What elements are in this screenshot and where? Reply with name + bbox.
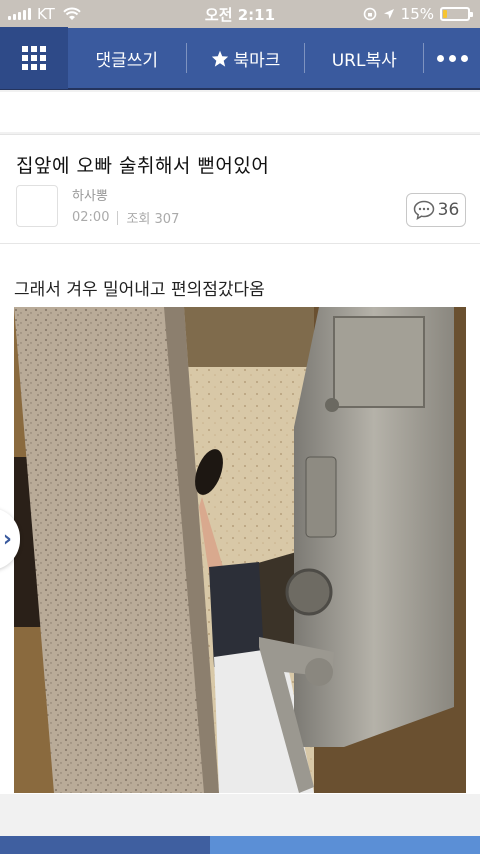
post-body-text: 그래서 겨우 밀어내고 편의점갔다옴 — [14, 280, 265, 300]
status-right: 15% — [363, 5, 473, 23]
more-icon — [436, 54, 468, 62]
bookmark-label: 북마크 — [233, 50, 281, 71]
bottom-bar-left[interactable] — [0, 836, 210, 854]
status-bar: KT 오전 2:11 15% — [0, 0, 480, 28]
comment-count: 36 — [437, 200, 460, 220]
menu-button[interactable] — [0, 27, 68, 89]
post-card: 집앞에 오빠 술취해서 뻗어있어 하사뽕 02:00 조회 307 36 그래서… — [0, 134, 480, 794]
bottom-bar — [0, 836, 480, 854]
star-icon — [211, 50, 228, 67]
url-copy-label: URL복사 — [331, 50, 397, 71]
location-icon — [383, 9, 394, 19]
speech-bubble-icon — [413, 200, 434, 220]
meta-divider — [117, 210, 119, 225]
top-spacer — [0, 92, 480, 132]
bottom-bar-right[interactable] — [210, 836, 480, 854]
orientation-lock-icon — [363, 7, 376, 21]
post-time: 02:00 — [72, 210, 110, 225]
photo-image — [14, 307, 466, 793]
battery-percent: 15% — [400, 5, 434, 23]
comment-write-label: 댓글쓰기 — [95, 50, 159, 71]
comment-write-button[interactable]: 댓글쓰기 — [68, 27, 186, 89]
post-photo[interactable] — [14, 307, 466, 793]
grid-menu-icon — [21, 46, 46, 70]
post-author[interactable]: 하사뽕 — [72, 185, 108, 204]
action-bar: 댓글쓰기 북마크 URL복사 — [0, 27, 480, 90]
post-views: 조회 307 — [126, 212, 180, 227]
comment-count-button[interactable]: 36 — [406, 193, 466, 227]
battery-icon — [440, 7, 473, 21]
post-meta: 02:00 조회 307 — [72, 208, 179, 227]
avatar[interactable] — [16, 185, 58, 227]
header-divider — [0, 243, 480, 244]
bookmark-button[interactable]: 북마크 — [187, 27, 305, 89]
url-copy-button[interactable]: URL복사 — [305, 27, 423, 89]
chevron-right-icon: › — [2, 526, 12, 552]
more-button[interactable] — [424, 27, 480, 89]
post-title: 집앞에 오빠 술취해서 뻗어있어 — [16, 155, 270, 177]
